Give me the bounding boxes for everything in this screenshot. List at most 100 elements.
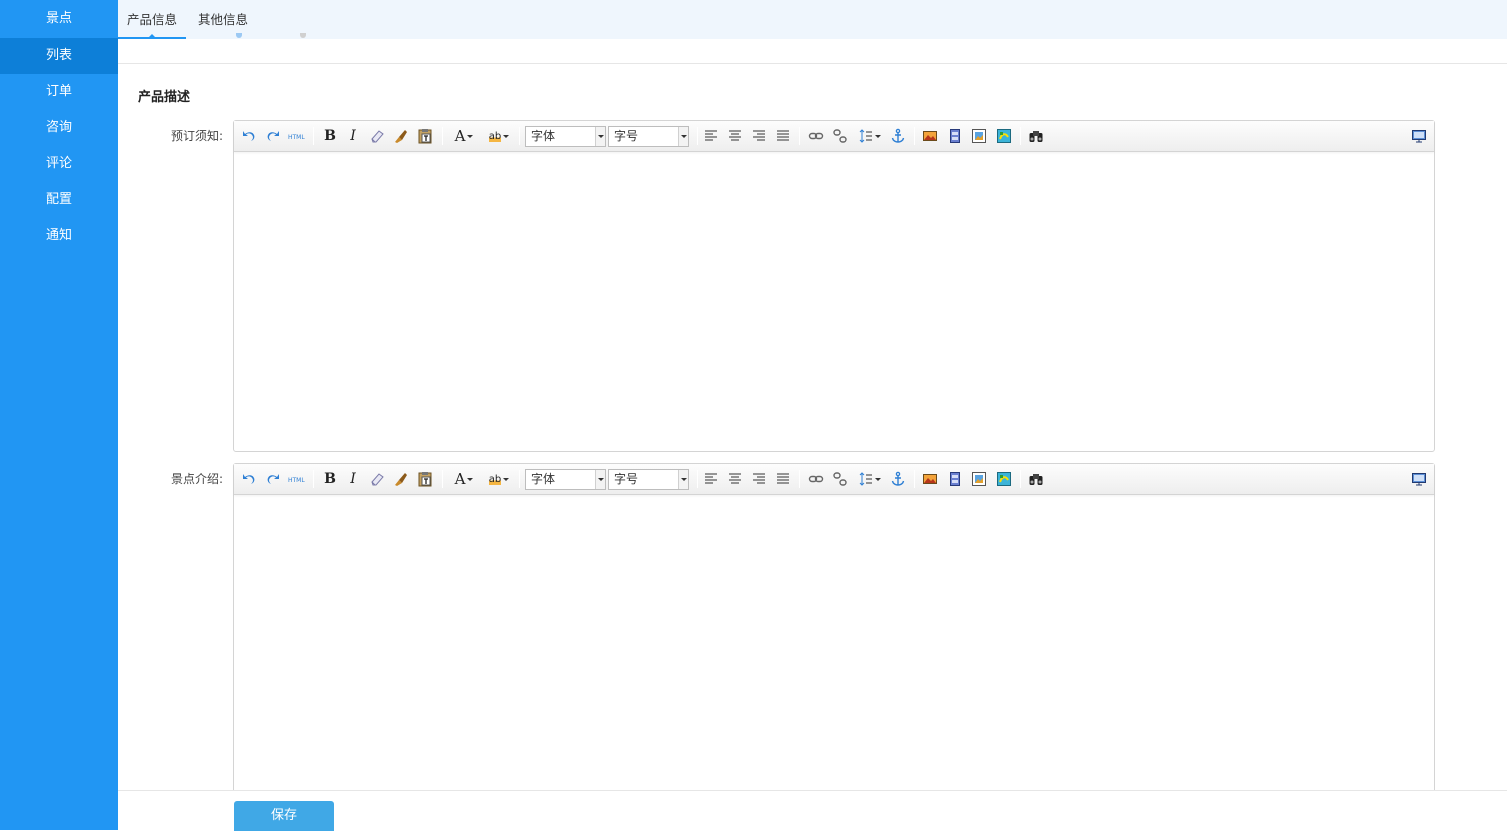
justify-icon[interactable]: [773, 126, 793, 146]
scenic-intro-editor: HTML B I Aab 字体 字号: [233, 463, 1435, 803]
chevron-down-icon: [595, 470, 605, 489]
scrawl-icon[interactable]: [994, 126, 1014, 146]
tab-label: 产品信息: [126, 12, 177, 27]
select-value: 字号: [614, 472, 639, 486]
sidebar-item-comments[interactable]: 评论: [0, 146, 118, 182]
toolbar-separator: [1020, 127, 1021, 145]
align-right-icon[interactable]: [749, 469, 769, 489]
toolbar-separator: [799, 127, 800, 145]
anchor-icon[interactable]: [888, 126, 908, 146]
save-button[interactable]: 保存: [234, 801, 334, 831]
select-value: 字号: [614, 129, 639, 143]
sidebar: 景点 列表 订单 咨询 评论 配置 通知: [0, 0, 118, 830]
html-icon[interactable]: HTML: [287, 126, 307, 146]
font-color-icon[interactable]: A: [450, 469, 478, 489]
link-icon[interactable]: [806, 469, 826, 489]
sidebar-item-config[interactable]: 配置: [0, 182, 118, 218]
redo-icon[interactable]: [263, 126, 283, 146]
toolbar-separator: [1020, 470, 1021, 488]
line-height-icon[interactable]: [856, 126, 884, 146]
editor-content-area[interactable]: [234, 152, 1434, 451]
chevron-down-icon: [595, 127, 605, 146]
undo-icon[interactable]: [239, 469, 259, 489]
svg-text:HTML: HTML: [288, 477, 305, 484]
html-icon[interactable]: HTML: [287, 469, 307, 489]
align-right-icon[interactable]: [749, 126, 769, 146]
sidebar-item-list[interactable]: 列表: [0, 38, 118, 74]
sidebar-item-notice[interactable]: 通知: [0, 218, 118, 254]
align-left-icon[interactable]: [701, 469, 721, 489]
paste-icon[interactable]: [415, 126, 435, 146]
editor-label: 预订须知:: [170, 129, 223, 143]
tab-other-info[interactable]: 其他信息: [194, 0, 252, 39]
back-color-icon[interactable]: ab: [485, 469, 513, 489]
scrawl-icon[interactable]: [994, 469, 1014, 489]
tab-label: 其他信息: [197, 12, 248, 27]
toolbar-separator: [914, 470, 915, 488]
font-size-select[interactable]: 字号: [608, 469, 689, 490]
sidebar-item-orders[interactable]: 订单: [0, 74, 118, 110]
sidebar-item-consult[interactable]: 咨询: [0, 110, 118, 146]
toolbar-separator: [442, 470, 443, 488]
anchor-icon[interactable]: [888, 469, 908, 489]
tab-bar: 产品信息 其他信息: [118, 0, 1507, 39]
toolbar-separator: [313, 470, 314, 488]
editor-toolbar: HTML B I Aab 字体 字号: [234, 464, 1434, 495]
format-brush-icon[interactable]: [391, 126, 411, 146]
search-replace-icon[interactable]: [1026, 126, 1046, 146]
font-size-select[interactable]: 字号: [608, 126, 689, 147]
select-value: 字体: [531, 129, 556, 143]
font-color-icon[interactable]: A: [450, 126, 478, 146]
font-family-select[interactable]: 字体: [525, 126, 606, 147]
redo-icon[interactable]: [263, 469, 283, 489]
align-center-icon[interactable]: [725, 469, 745, 489]
eraser-icon[interactable]: [367, 469, 387, 489]
toolbar-separator: [519, 127, 520, 145]
eraser-icon[interactable]: [367, 126, 387, 146]
chevron-down-icon: [678, 470, 688, 489]
fullscreen-icon[interactable]: [1409, 126, 1429, 146]
multi-image-icon[interactable]: [969, 126, 989, 146]
multi-image-icon[interactable]: [969, 469, 989, 489]
font-family-select[interactable]: 字体: [525, 469, 606, 490]
video-icon[interactable]: [945, 469, 965, 489]
italic-icon[interactable]: I: [343, 469, 363, 489]
image-icon[interactable]: [920, 126, 940, 146]
toolbar-separator: [442, 127, 443, 145]
align-center-icon[interactable]: [725, 126, 745, 146]
link-icon[interactable]: [806, 126, 826, 146]
line-height-icon[interactable]: [856, 469, 884, 489]
fullscreen-icon[interactable]: [1409, 469, 1429, 489]
booking-notice-editor: HTML B I Aab 字体 字号: [233, 120, 1435, 452]
divider: [118, 63, 1507, 64]
search-replace-icon[interactable]: [1026, 469, 1046, 489]
active-tab-indicator: [148, 34, 156, 38]
image-icon[interactable]: [920, 469, 940, 489]
bold-icon[interactable]: B: [320, 469, 340, 489]
italic-icon[interactable]: I: [343, 126, 363, 146]
unlink-icon[interactable]: [830, 469, 850, 489]
toolbar-separator: [697, 470, 698, 488]
toolbar-separator: [313, 127, 314, 145]
section-title: 产品描述: [138, 90, 191, 105]
toolbar-separator: [914, 127, 915, 145]
tab-product-info[interactable]: 产品信息: [118, 0, 186, 39]
video-icon[interactable]: [945, 126, 965, 146]
paste-icon[interactable]: [415, 469, 435, 489]
select-value: 字体: [531, 472, 556, 486]
toolbar-separator: [697, 127, 698, 145]
align-left-icon[interactable]: [701, 126, 721, 146]
sidebar-title: 景点: [45, 11, 72, 26]
editor-content-area[interactable]: [234, 495, 1434, 802]
back-color-icon[interactable]: ab: [485, 126, 513, 146]
editor-toolbar: HTML B I Aab 字体 字号: [234, 121, 1434, 152]
justify-icon[interactable]: [773, 469, 793, 489]
toolbar-separator: [519, 470, 520, 488]
bold-icon[interactable]: B: [320, 126, 340, 146]
svg-text:HTML: HTML: [288, 134, 305, 141]
toolbar-separator: [799, 470, 800, 488]
undo-icon[interactable]: [239, 126, 259, 146]
format-brush-icon[interactable]: [391, 469, 411, 489]
editor-label: 景点介绍:: [170, 472, 223, 486]
unlink-icon[interactable]: [830, 126, 850, 146]
